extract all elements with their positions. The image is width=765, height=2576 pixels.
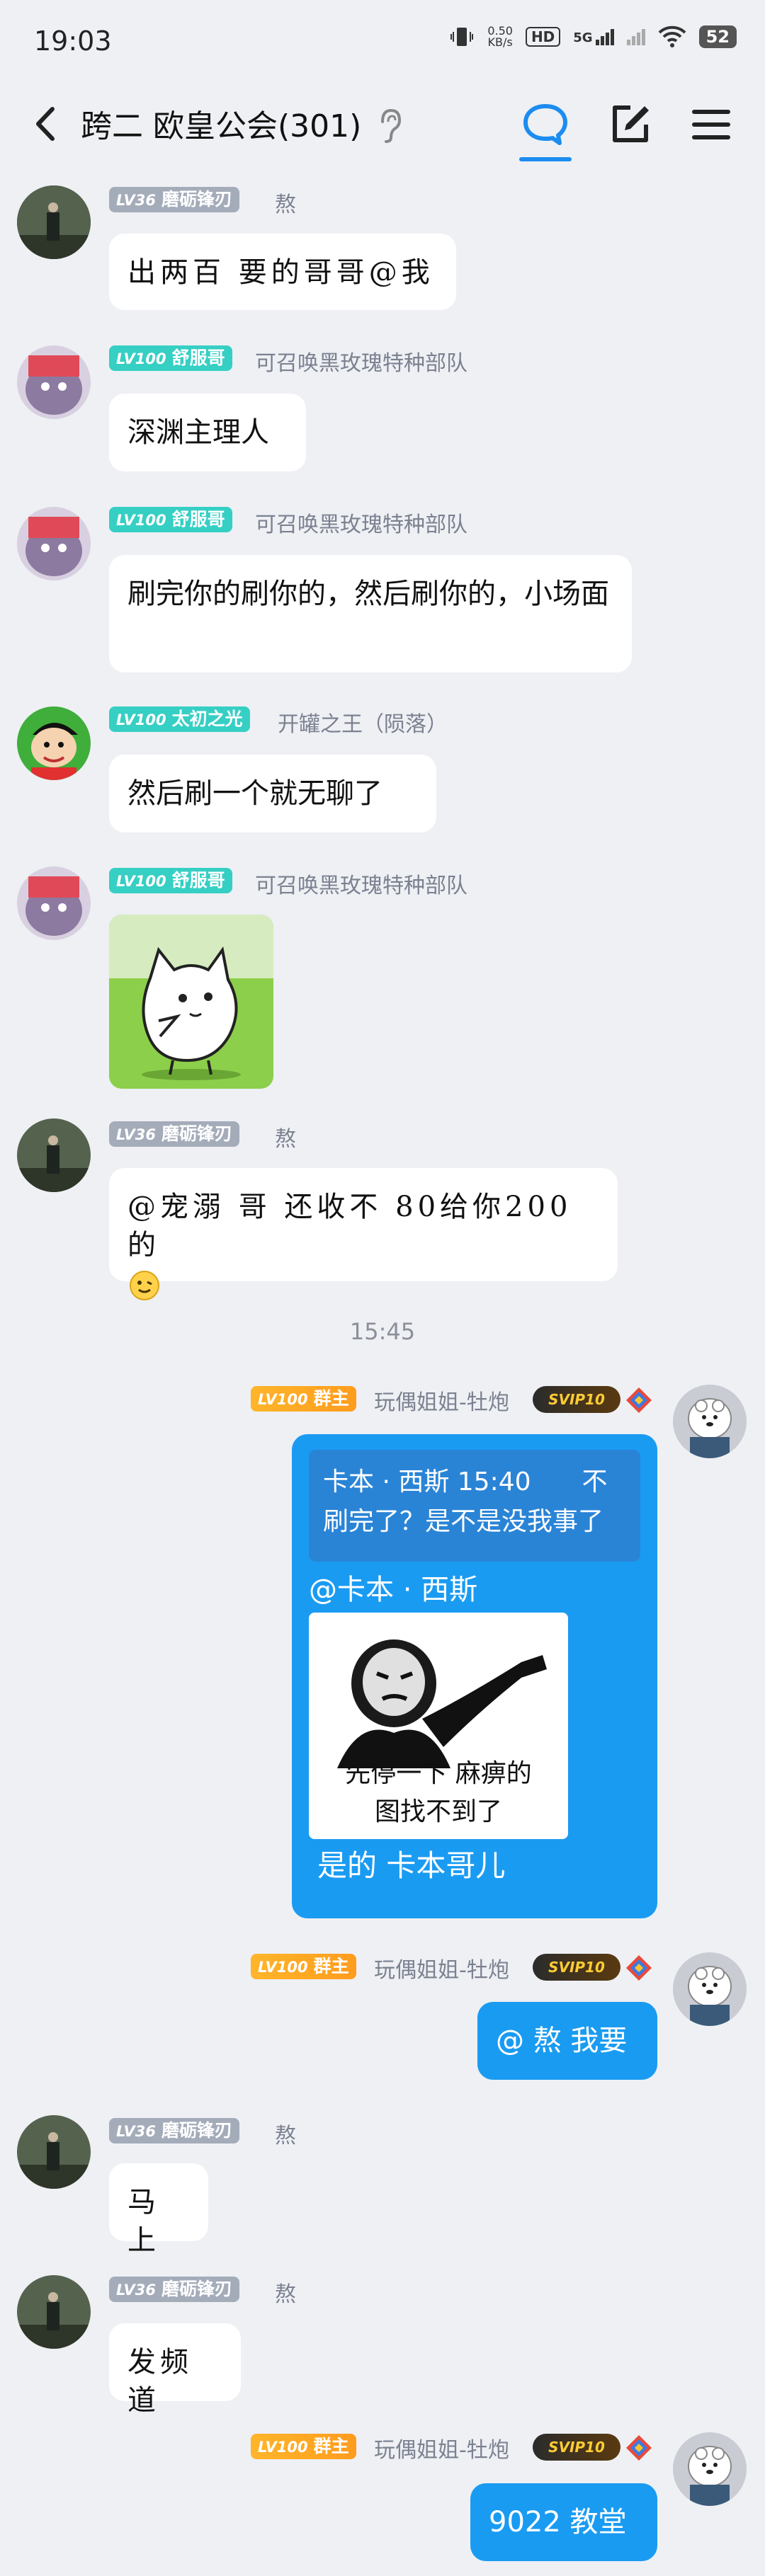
avatar[interactable]: [17, 706, 91, 780]
svip-badge: SVIP10: [533, 1954, 620, 1981]
level-badge: LV36 磨砺锋刃: [109, 2118, 239, 2143]
level-badge: LV36 磨砺锋刃: [109, 1121, 239, 1147]
message-bubble-self[interactable]: 9022 教堂: [470, 2483, 657, 2561]
net-speed: 0.50 KB/s: [487, 24, 513, 49]
meme-caption-top: 先停一下 麻痹的: [345, 1759, 532, 1788]
back-arrow-icon[interactable]: [24, 99, 67, 149]
message-bubble-self[interactable]: @ 熬 我要: [477, 2002, 657, 2080]
member-title: 可召唤黑玫瑰特种部队: [255, 513, 468, 537]
chat-title[interactable]: 跨二 欧皇公会(301): [81, 101, 361, 146]
avatar[interactable]: [17, 507, 91, 580]
active-tab-indicator: [519, 157, 572, 161]
status-bar: 19:03 0.50 KB/s HD 5G 52: [0, 0, 765, 84]
menu-icon[interactable]: [683, 96, 740, 153]
quoted-message[interactable]: 卡本 · 西斯 15:40 不刷完了？是不是没我事了: [309, 1450, 640, 1562]
chat-header: 跨二 欧皇公会(301): [0, 84, 765, 164]
avatar-self[interactable]: [673, 2432, 747, 2506]
member-title: 玩偶姐姐-牡炮: [374, 2438, 509, 2463]
meme-caption-bottom: 图找不到了: [374, 1797, 502, 1826]
avatar[interactable]: [17, 185, 91, 259]
level-badge: LV100 舒服哥: [109, 507, 232, 532]
avatar[interactable]: [17, 2115, 91, 2189]
hd-icon: HD: [525, 27, 561, 47]
mention-text[interactable]: @卡本 · 西斯: [309, 1573, 640, 1607]
chat-bubble-icon[interactable]: [517, 96, 574, 153]
signal-5g-icon: 5G: [573, 28, 614, 45]
level-badge: LV100 太初之光: [109, 706, 250, 732]
wifi-icon: [658, 25, 686, 47]
message-bubble[interactable]: 深渊主理人: [109, 394, 306, 471]
member-title: 熬: [275, 1127, 296, 1152]
member-title: 可召唤黑玫瑰特种部队: [255, 351, 468, 376]
member-title: 熬: [275, 2282, 296, 2307]
status-icons: 0.50 KB/s HD 5G 52: [449, 24, 737, 50]
time-separator: 15:45: [349, 1318, 416, 1345]
member-title: 熬: [275, 2124, 296, 2148]
message-bubble-self[interactable]: 卡本 · 西斯 15:40 不刷完了？是不是没我事了 @卡本 · 西斯 先停一下…: [292, 1434, 657, 1918]
signal-weak-icon: [626, 28, 645, 45]
smile-emoji-icon: [130, 1271, 159, 1300]
ear-icon[interactable]: [375, 105, 404, 147]
vibrate-icon: [450, 28, 474, 46]
member-title: 可召唤黑玫瑰特种部队: [255, 874, 468, 898]
message-bubble[interactable]: 然后刷一个就无聊了: [109, 755, 436, 832]
level-badge: LV100 群主: [251, 2434, 356, 2459]
level-badge: LV100 群主: [251, 1954, 356, 1979]
level-badge: LV100 群主: [251, 1386, 356, 1412]
level-badge: LV36 磨砺锋刃: [109, 187, 239, 212]
level-badge: LV100 舒服哥: [109, 868, 232, 893]
message-bubble[interactable]: 马上: [109, 2163, 208, 2257]
gem-badge-icon: [626, 1955, 652, 1981]
avatar[interactable]: [17, 866, 91, 940]
avatar[interactable]: [17, 2275, 91, 2349]
gem-badge-icon: [626, 1387, 652, 1413]
status-time: 19:03: [34, 25, 112, 57]
avatar[interactable]: [17, 1118, 91, 1192]
member-title: 玩偶姐姐-牡炮: [374, 1958, 509, 1983]
message-bubble[interactable]: 发频道: [109, 2323, 241, 2417]
level-badge: LV36 磨砺锋刃: [109, 2277, 239, 2302]
meme-image[interactable]: 先停一下 麻痹的 图找不到了: [309, 1613, 568, 1839]
message-text[interactable]: 是的 卡本哥儿: [309, 1846, 640, 1886]
avatar-self[interactable]: [673, 1385, 747, 1458]
member-title: 玩偶姐姐-牡炮: [374, 1390, 509, 1415]
message-bubble[interactable]: @宠溺 哥 还收不 80给你200的: [109, 1168, 618, 1300]
battery-icon: 52: [698, 25, 737, 48]
level-badge: LV100 舒服哥: [109, 345, 232, 371]
avatar[interactable]: [17, 345, 91, 419]
svip-badge: SVIP10: [533, 1386, 620, 1413]
svip-badge: SVIP10: [533, 2434, 620, 2461]
gem-badge-icon: [626, 2435, 652, 2461]
edit-icon[interactable]: [602, 96, 659, 153]
message-bubble[interactable]: 出两百 要的哥哥@我: [109, 234, 456, 310]
avatar-self[interactable]: [673, 1952, 747, 2026]
message-bubble[interactable]: 刷完你的刷你的，然后刷你的，小场面: [109, 555, 632, 672]
member-title: 开罐之王（陨落）: [278, 712, 448, 737]
sticker-image[interactable]: [109, 915, 273, 1089]
member-title: 熬: [275, 193, 296, 217]
